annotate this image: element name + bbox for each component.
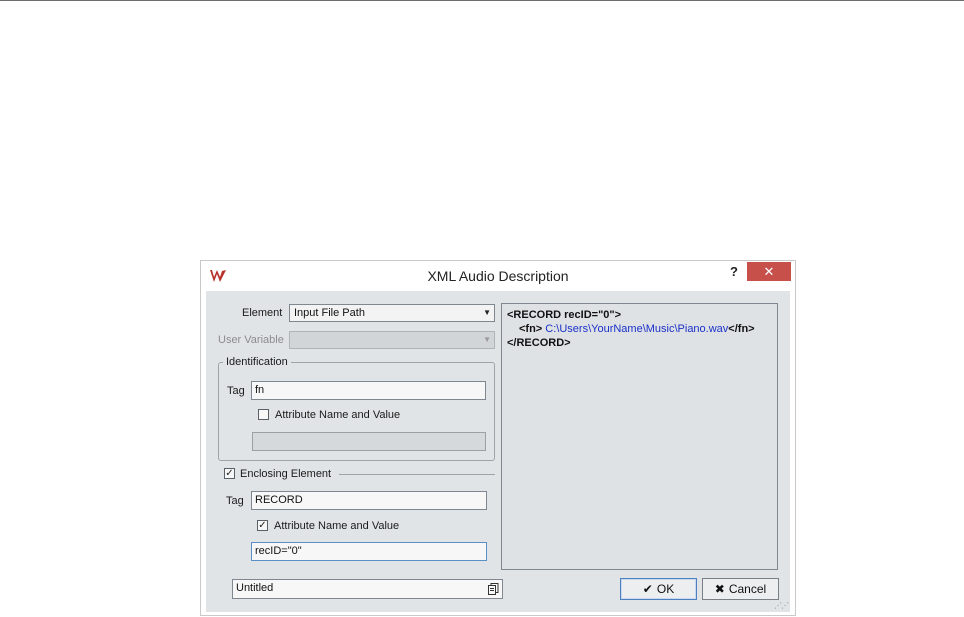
enclosing-attribute-input[interactable]: recID="0" [251, 542, 487, 561]
identification-group-title: Identification [223, 356, 291, 368]
identification-tag-label: Tag [227, 385, 245, 397]
xml-preview: <RECORD recID="0"> <fn> C:\Users\YourNam… [501, 303, 778, 570]
element-select[interactable]: Input File Path ▼ [289, 304, 495, 322]
checkmark-icon: ✔ [642, 582, 653, 596]
preset-menu-icon[interactable] [488, 583, 499, 595]
dropdown-arrow-icon: ▼ [483, 335, 491, 344]
ok-button[interactable]: ✔ OK [620, 578, 697, 600]
element-select-value: Input File Path [294, 307, 365, 319]
element-label: Element [242, 307, 283, 319]
enclosing-tag-input[interactable]: RECORD [251, 491, 487, 510]
identification-attribute-checkbox[interactable] [258, 409, 269, 420]
dropdown-arrow-icon: ▼ [483, 308, 491, 317]
preview-fn-open: <fn> [519, 323, 543, 335]
preset-field[interactable]: Untitled [232, 579, 503, 599]
enclosing-element-label: Enclosing Element [240, 468, 332, 480]
preview-line-fn: <fn> C:\Users\YourName\Music\Piano.wav</… [507, 322, 772, 336]
preview-line-record-open: <RECORD recID="0"> [507, 309, 622, 321]
enclosing-tag-label: Tag [226, 495, 244, 507]
x-icon: ✖ [714, 582, 725, 596]
preset-value: Untitled [236, 582, 274, 594]
resize-grip-icon[interactable]: ⋰⋰ [774, 601, 789, 610]
top-rule [0, 0, 964, 1]
enclosing-attribute-label: Attribute Name and Value [274, 520, 400, 532]
close-button[interactable]: ✕ [747, 262, 791, 281]
dialog-title: XML Audio Description [427, 268, 569, 284]
dialog-client-area: Element Input File Path ▼ User Variable … [206, 291, 790, 612]
identification-attribute-label: Attribute Name and Value [275, 409, 401, 421]
title-bar[interactable]: XML Audio Description ? ✕ [201, 261, 795, 290]
identification-tag-input[interactable]: fn [251, 381, 486, 400]
preview-fn-value: C:\Users\YourName\Music\Piano.wav [545, 323, 729, 335]
xml-audio-description-dialog: XML Audio Description ? ✕ Element Input … [200, 260, 796, 616]
identification-attribute-input[interactable] [252, 432, 486, 451]
ok-button-label: OK [656, 582, 675, 596]
cancel-button-label: Cancel [728, 582, 767, 596]
enclosing-separator [339, 474, 495, 475]
enclosing-attribute-checkbox[interactable]: ✓ [257, 520, 268, 531]
help-button[interactable]: ? [725, 264, 743, 282]
user-variable-select[interactable]: ▼ [289, 331, 495, 349]
preview-fn-close: </fn> [728, 323, 755, 335]
preview-line-record-close: </RECORD> [507, 337, 571, 349]
enclosing-element-checkbox[interactable]: ✓ [224, 468, 235, 479]
cancel-button[interactable]: ✖ Cancel [702, 578, 779, 600]
user-variable-label: User Variable [218, 334, 284, 346]
